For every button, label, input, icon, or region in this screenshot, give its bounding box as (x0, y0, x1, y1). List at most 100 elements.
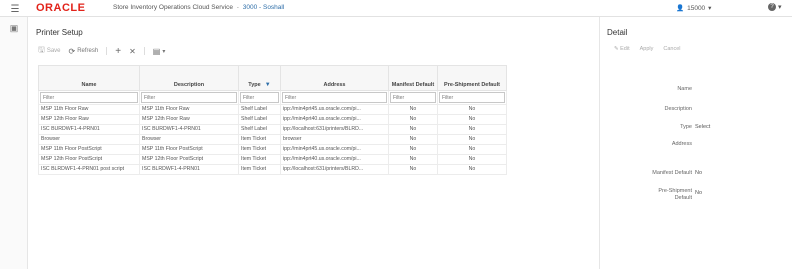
help-menu[interactable]: ? ▾ (768, 3, 782, 11)
cell-description: MSP 11th Floor Raw (139, 104, 239, 115)
user-menu[interactable]: 👤 15000 ▾ (676, 4, 712, 13)
user-icon: 👤 (676, 5, 685, 12)
cell-manifest-default: No (388, 114, 438, 125)
table-row[interactable]: MSP 11th Floor Raw MSP 11th Floor Raw Shel… (38, 104, 507, 115)
cell-description: MSP 11th Floor PostScript (139, 144, 239, 155)
detail-title: Detail (607, 28, 628, 37)
cell-manifest-default: No (388, 104, 438, 115)
col-header-manifest-default[interactable]: Manifest Default (388, 65, 438, 91)
apply-button[interactable]: Apply (640, 46, 654, 52)
col-header-type-label: Type (248, 82, 261, 88)
cell-pre-shipment-default: No (437, 154, 507, 165)
cell-address: ipp://localhost:631/printers/BLRD... (280, 124, 389, 135)
cell-name: ISC BLRDWF1-4-PRN01 post script (38, 164, 140, 175)
cell-name: ISC BURDWF1-4-PRN01 (38, 124, 140, 135)
chevron-down-icon: ▾ (708, 5, 712, 12)
cell-manifest-default: No (388, 144, 438, 155)
name-label: Name (677, 86, 692, 92)
store-link[interactable]: 3000 - Soshall (243, 4, 285, 11)
cell-manifest-default: No (388, 124, 438, 135)
cell-type: Item Ticket (238, 154, 281, 165)
table-row[interactable]: MSP 12th Floor PostScript MSP 12th Floor … (38, 154, 507, 165)
top-bar: ORACLE Store Inventory Operations Cloud … (0, 0, 792, 17)
view-menu-button[interactable]: ▤ ▾ (153, 47, 166, 56)
printer-grid: Name Description Type ▼ Address Manifest … (38, 65, 507, 175)
save-button[interactable]: 🖫 Save (38, 44, 61, 58)
col-header-type[interactable]: Type ▼ (238, 65, 281, 91)
col-header-address[interactable]: Address (280, 65, 389, 91)
cell-pre-shipment-default: No (437, 124, 507, 135)
description-label: Description (664, 106, 692, 112)
pre-shipment-default-value[interactable]: No (695, 190, 702, 196)
cell-description: ISC BURDWF1-4-PRN01 (139, 124, 239, 135)
filter-pre-shipment-default-input[interactable] (439, 92, 505, 103)
grid-toolbar: 🖫 Save ⟳ Refresh + ✕ ▤ ▾ (38, 45, 173, 57)
cell-address: ipp://localhost:631/printers/BLRD... (280, 164, 389, 175)
cancel-button[interactable]: Cancel (663, 46, 680, 52)
filter-row (38, 90, 507, 105)
menu-icon[interactable]: ☰ (10, 5, 20, 15)
add-button[interactable]: + (115, 46, 121, 57)
col-header-description[interactable]: Description (139, 65, 239, 91)
cell-pre-shipment-default: No (437, 134, 507, 145)
remove-button[interactable]: ✕ (129, 47, 136, 56)
cell-name: MSP 12th Floor PostScript (38, 154, 140, 165)
app-title: Store Inventory Operations Cloud Service (113, 4, 233, 11)
save-icon: 🖫 (38, 45, 45, 54)
cell-description: Browser (139, 134, 239, 145)
title-separator: - (236, 4, 239, 11)
cell-pre-shipment-default: No (437, 104, 507, 115)
filter-description-input[interactable] (141, 92, 237, 103)
save-label: Save (46, 48, 61, 54)
toolbar-divider (106, 47, 108, 55)
table-row[interactable]: Browser Browser Item Ticket browser No No (38, 134, 507, 145)
manifest-default-value[interactable]: No (695, 170, 702, 176)
refresh-icon: ⟳ (68, 46, 76, 56)
col-header-name[interactable]: Name (38, 65, 140, 91)
cell-name: MSP 11th Floor Raw (38, 104, 140, 115)
type-label: Type (680, 124, 692, 130)
edit-label: Edit (620, 46, 630, 52)
cell-pre-shipment-default: No (437, 164, 507, 175)
table-row[interactable]: MSP 11th Floor PostScript MSP 11th Floor … (38, 144, 507, 155)
main-panel: Printer Setup 🖫 Save ⟳ Refresh + ✕ ▤ ▾ N… (29, 17, 599, 269)
task-list-icon[interactable]: ▣ (9, 23, 19, 33)
cell-address: ipp://min4prt40.us.oracle.com/pi... (280, 154, 389, 165)
cell-manifest-default: No (388, 164, 438, 175)
cell-name: MSP 12th Floor Raw (38, 114, 140, 125)
filter-address-input[interactable] (282, 92, 387, 103)
col-header-pre-shipment-default[interactable]: Pre-Shipment Default (437, 65, 507, 91)
cell-description: MSP 12th Floor Raw (139, 114, 239, 125)
table-row[interactable]: ISC BURDWF1-4-PRN01 ISC BURDWF1-4-PRN01 Sh… (38, 124, 507, 135)
cell-type: Item Ticket (238, 164, 281, 175)
manifest-default-label: Manifest Default (652, 170, 692, 176)
filter-manifest-default-input[interactable] (390, 92, 436, 103)
pre-shipment-default-label: Pre-Shipment Default (658, 188, 692, 201)
type-select[interactable]: Select (695, 124, 710, 130)
cell-type: Item Ticket (238, 144, 281, 155)
cell-type: Item Ticket (238, 134, 281, 145)
cell-address: ipp://min4prt45.us.oracle.com/pi... (280, 104, 389, 115)
detail-panel: Detail ✎ Edit Apply Cancel Name Descript… (599, 17, 792, 269)
help-icon: ? (768, 3, 776, 11)
cell-type: Shelf Label (238, 114, 281, 125)
cell-address: ipp://min4prt40.us.oracle.com/pi... (280, 114, 389, 125)
page-title: Printer Setup (36, 28, 83, 37)
table-row[interactable]: MSP 12th Floor Raw MSP 12th Floor Raw Shel… (38, 114, 507, 125)
cell-description: ISC BLRDWF1-4-PRN01 (139, 164, 239, 175)
refresh-label: Refresh (77, 48, 99, 54)
cell-address: ipp://min4prt45.us.oracle.com/pi... (280, 144, 389, 155)
refresh-button[interactable]: ⟳ Refresh (69, 47, 99, 56)
table-row[interactable]: ISC BLRDWF1-4-PRN01 post script ISC BLRDW… (38, 164, 507, 175)
app-title-area: Store Inventory Operations Cloud Service… (113, 4, 284, 12)
filter-type-input[interactable] (240, 92, 279, 103)
cell-manifest-default: No (388, 154, 438, 165)
cell-pre-shipment-default: No (437, 114, 507, 125)
filter-name-input[interactable] (40, 92, 138, 103)
left-rail: ☰ ▣ (0, 5, 28, 269)
cell-description: MSP 12th Floor PostScript (139, 154, 239, 165)
toolbar-divider (143, 47, 145, 55)
cell-name: Browser (38, 134, 140, 145)
edit-button[interactable]: ✎ Edit (614, 46, 630, 52)
user-name: 15000 (687, 4, 706, 12)
